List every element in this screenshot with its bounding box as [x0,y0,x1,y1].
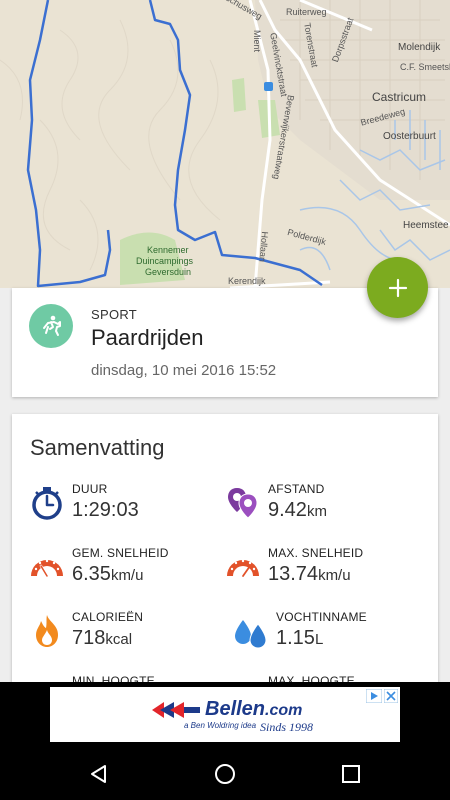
stat-unit: kcal [105,631,133,648]
map-label: Castricum [372,90,427,104]
add-button[interactable] [367,257,428,318]
ad-sinds: Sinds 1998 [260,720,314,734]
close-icon[interactable] [384,689,398,703]
home-icon[interactable] [213,762,237,786]
map-label: Oosterbuurt [383,131,436,142]
ad-bar: Bellen.com a Ben Woldring idea Sinds 199… [0,682,450,748]
stat-avg-speed: GEM. SNELHEID 6.35km/u [28,546,228,596]
recents-icon[interactable] [339,762,363,786]
ad-tagline: a Ben Woldring idea [184,721,257,730]
stat-number: 718 [72,627,106,649]
adchoices-icon[interactable] [366,689,382,703]
ad-brand-name: Bellen [205,698,266,720]
stat-unit: km [306,503,327,520]
stopwatch-icon [32,487,62,520]
stat-value: 6.35km/u [72,563,143,586]
map-label: Kerendijk [228,276,266,286]
stat-label: AFSTAND [268,482,325,496]
stat-number: 6.35 [72,563,111,585]
horse-riding-icon [29,304,73,348]
map-label: Geversduin [145,267,192,277]
stat-value: 13.74km/u [268,563,351,586]
stat-unit: L [314,631,324,648]
stat-number: 1.15 [276,627,315,649]
stat-number: 13.74 [268,563,319,585]
map-label: Mient [252,30,262,53]
ad-brand-tld: .com [265,702,303,719]
stat-max-speed: MAX. SNELHEID 13.74km/u [224,546,424,596]
stat-value: 1:29:03 [72,499,139,522]
map-label: Heemstee [403,220,449,231]
summary-card: Samenvatting DUUR 1:29:03 AFSTAND 9.42km [12,414,438,704]
stat-value: 718kcal [72,627,132,650]
system-nav-bar [0,748,450,800]
map-label: Ruiterweg [286,7,327,17]
stat-label: GEM. SNELHEID [72,546,169,560]
stat-label: CALORIEËN [72,610,144,624]
route-map[interactable]: schusweg Ruiterweg Geelvincktstraat Tore… [0,0,450,288]
stat-calories: CALORIEËN 718kcal [28,610,228,660]
plus-icon [388,278,407,297]
stat-number: 1:29:03 [72,499,139,521]
speedometer-max-icon [227,559,259,577]
train-station-icon [264,82,273,91]
stat-label: MAX. SNELHEID [268,546,364,560]
back-icon[interactable] [87,762,111,786]
stat-distance: AFSTAND 9.42km [224,482,424,532]
map-label: Duincampings [136,256,194,266]
brand-logo-icon [152,702,200,718]
water-drops-icon [235,620,267,649]
ad-banner[interactable]: Bellen.com a Ben Woldring idea Sinds 199… [50,687,400,742]
speedometer-icon [31,559,63,578]
map-label: Molendijk [398,42,441,53]
map-graphic [0,0,450,288]
stat-label: DUUR [72,482,108,496]
stat-value: 9.42km [268,499,327,522]
stat-unit: km/u [110,567,144,584]
sport-date: dinsdag, 10 mei 2016 15:52 [91,362,277,379]
sport-label: SPORT [91,307,138,322]
stat-hydration: VOCHTINNAME 1.15L [232,610,432,660]
ad-brand: Bellen.com [205,698,302,721]
summary-title: Samenvatting [30,435,165,460]
map-label: C.F. Smeetslaan [400,62,450,72]
flame-icon [36,615,58,647]
stat-duration: DUUR 1:29:03 [28,482,228,532]
sport-name: Paardrijden [91,325,204,350]
stat-number: 9.42 [268,499,307,521]
stat-unit: km/u [318,567,351,584]
map-label: Kennemer [147,245,189,255]
stat-label: VOCHTINNAME [276,610,367,624]
location-pins-icon [228,488,258,519]
app-screen: schusweg Ruiterweg Geelvincktstraat Tore… [0,0,450,800]
stat-value: 1.15L [276,627,323,650]
